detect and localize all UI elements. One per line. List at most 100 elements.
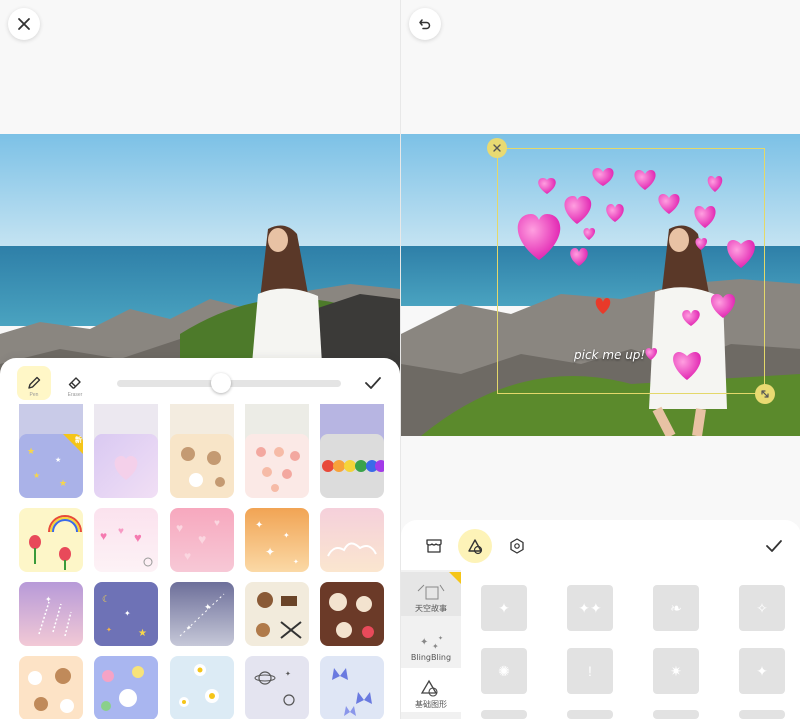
bear-pattern	[181, 447, 225, 487]
svg-text:★: ★	[33, 471, 40, 480]
undo-button[interactable]	[409, 8, 441, 40]
tile-blue-stars[interactable]: ★ ★ ★ ★ 新	[19, 434, 83, 498]
doodle-grid: ★ ★ ★ ★ 新 ♥ ♥ ♥ ♥ ♥ ♥ ♥ ✦ ✦ ✦ ✦ ✦ ☾ ✦ ✦ …	[0, 404, 400, 719]
sparkle-icon: ✦	[756, 662, 768, 679]
doodle-panel: Pen Eraser ★ ★ ★ ★ 新 ♥ ♥ ♥ ♥ ♥ ♥ ♥ ✦ ✦ ✦…	[0, 358, 400, 719]
tile-pink-donuts[interactable]	[245, 434, 309, 498]
tile-rainbow-tulips[interactable]	[19, 508, 83, 572]
svg-text:✦: ✦	[106, 626, 112, 634]
exclaim-icon: !	[588, 663, 592, 679]
tile-pink-heart-clouds[interactable]: ♥ ♥ ♥	[94, 508, 158, 572]
sticker-panel: 天空故事 ✦ ✦ ✦ BlingBling 基础图形 ✦ ✦✦ ❧ ✧ ✺ ! ✷ …	[401, 520, 800, 719]
tile-grey-sparkle[interactable]: ✦ ✦	[170, 582, 234, 646]
right-screen: pick me up! 天空故事 ✦ ✦ ✦ BlingBling 基础图形 ✦…	[400, 0, 800, 719]
resize-handle[interactable]	[755, 384, 775, 404]
butterfly-pattern	[332, 668, 372, 716]
slider-knob[interactable]	[210, 373, 231, 393]
svg-text:★: ★	[55, 456, 61, 464]
svg-text:✦: ✦	[420, 637, 428, 648]
tile-orange-sparkle[interactable]: ✦ ✦ ✦ ✦	[245, 508, 309, 572]
confirm-button[interactable]	[360, 370, 386, 396]
sparkle-icon: ✦	[498, 599, 510, 616]
sticker-item[interactable]	[739, 710, 785, 719]
rainbow-dots	[322, 460, 384, 472]
category-label: 天空故事	[415, 604, 447, 613]
svg-text:♥: ♥	[198, 531, 206, 547]
basic-shapes-thumb	[420, 679, 438, 697]
planet-pattern: ✦	[254, 670, 295, 706]
svg-text:☾: ☾	[102, 594, 110, 604]
sticker-item[interactable]	[653, 710, 699, 719]
feather-icon: ❧	[670, 599, 682, 616]
tile-daisies[interactable]	[170, 656, 234, 719]
pink-heart-pattern: ♥♥♥♥	[176, 518, 220, 563]
svg-text:♥: ♥	[100, 529, 107, 543]
category-basic-shapes[interactable]: 基础图形	[401, 668, 461, 712]
tile-navy-moons[interactable]: ☾ ✦ ✦ ★	[94, 582, 158, 646]
heart-pattern	[114, 455, 138, 480]
sticker-item[interactable]: ✦	[739, 648, 785, 694]
svg-text:♥: ♥	[118, 526, 124, 537]
tile-butterflies[interactable]	[320, 656, 384, 719]
donut-pattern	[256, 447, 300, 492]
svg-text:✦: ✦	[186, 624, 192, 632]
tile-pink-hearts[interactable]: ♥ ♥ ♥ ♥	[170, 508, 234, 572]
brown-bear-pattern	[329, 593, 374, 638]
sparkle-icon: ✧	[756, 599, 768, 616]
resize-icon	[761, 390, 769, 398]
sticker-item[interactable]: ✺	[481, 648, 527, 694]
pen-tool[interactable]: Pen	[17, 366, 51, 400]
burst-icon: ✷	[670, 662, 682, 679]
sticker-store-tab[interactable]	[417, 529, 451, 563]
hexagon-tab[interactable]	[500, 529, 534, 563]
delete-sticker-button[interactable]	[487, 138, 507, 158]
eraser-label: Eraser	[67, 392, 83, 398]
tile-blue-flowers[interactable]	[94, 656, 158, 719]
tile-pink-cloud[interactable]	[320, 508, 384, 572]
sticker-category-list: 天空故事 ✦ ✦ ✦ BlingBling 基础图形	[401, 570, 461, 719]
sticker-item[interactable]: !	[567, 648, 613, 694]
tile-purple-rockets[interactable]: ✦	[19, 582, 83, 646]
pen-icon	[28, 376, 41, 389]
sticker-item[interactable]: ✧	[739, 585, 785, 631]
close-button[interactable]	[8, 8, 40, 40]
daisy-pattern	[179, 664, 219, 707]
tile-peach-bears[interactable]	[170, 434, 234, 498]
sky-story-thumb	[417, 584, 445, 600]
tile-tan-bunnies[interactable]	[19, 656, 83, 719]
sticker-item[interactable]	[567, 710, 613, 719]
sparkle-pattern: ✦ ✦ ✦ ✦	[255, 520, 299, 566]
new-badge	[449, 572, 461, 584]
tulip-pattern	[29, 515, 82, 570]
tile-purple-hearts[interactable]	[94, 434, 158, 498]
sticker-item[interactable]: ✦	[481, 585, 527, 631]
check-icon	[365, 377, 381, 389]
sticker-item[interactable]	[481, 710, 527, 719]
blingbling-thumb: ✦ ✦✦	[420, 635, 443, 651]
cloud-pattern	[327, 542, 377, 557]
category-label: 基础图形	[415, 700, 447, 709]
category-sky-story[interactable]: 天空故事	[401, 572, 461, 616]
tile-rainbow-dots[interactable]	[320, 434, 384, 498]
brush-size-slider[interactable]	[117, 373, 341, 393]
sticker-item[interactable]: ✦✦	[567, 585, 613, 631]
tile-brown-bears[interactable]	[320, 582, 384, 646]
brush-toolbar: Pen Eraser	[0, 358, 400, 404]
pen-label: Pen	[29, 392, 39, 398]
sticker-item[interactable]: ❧	[653, 585, 699, 631]
confirm-button[interactable]	[761, 533, 787, 559]
category-blingbling[interactable]: ✦ ✦ ✦ BlingBling	[401, 620, 461, 664]
sticker-item[interactable]: ✷	[653, 648, 699, 694]
svg-text:✦: ✦	[283, 531, 290, 540]
svg-text:♥: ♥	[184, 549, 191, 563]
shape-tab[interactable]	[458, 529, 492, 563]
eraser-tool[interactable]: Eraser	[58, 366, 92, 400]
svg-text:✦: ✦	[255, 520, 263, 531]
tile-planets[interactable]: ✦	[245, 656, 309, 719]
store-icon	[426, 539, 442, 553]
moon-pattern: ☾ ✦ ✦ ★	[102, 594, 147, 639]
flower-pattern	[101, 666, 144, 711]
svg-text:✦: ✦	[285, 670, 291, 678]
tile-bear-cookies[interactable]	[245, 582, 309, 646]
grey-sparkle-pattern: ✦✦	[179, 593, 225, 637]
